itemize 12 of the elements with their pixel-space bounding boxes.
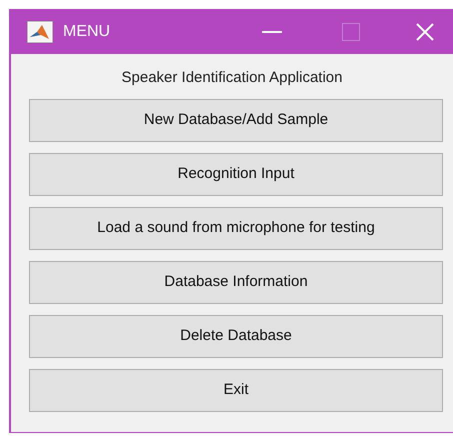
menu-button[interactable]: Exit: [29, 369, 443, 412]
menu-button[interactable]: Recognition Input: [29, 153, 443, 196]
app-icon: [27, 20, 53, 42]
app-heading: Speaker Identification Application: [120, 69, 344, 87]
maximize-icon: [342, 22, 360, 40]
menu-button[interactable]: Database Information: [29, 261, 443, 304]
menu-button[interactable]: Delete Database: [29, 315, 443, 358]
window-title: MENU: [63, 22, 110, 42]
menu-button[interactable]: Load a sound from microphone for testing: [29, 207, 443, 250]
menu-button[interactable]: New Database/Add Sample: [29, 99, 443, 142]
minimize-icon[interactable]: [262, 30, 282, 32]
close-icon[interactable]: [416, 22, 434, 40]
